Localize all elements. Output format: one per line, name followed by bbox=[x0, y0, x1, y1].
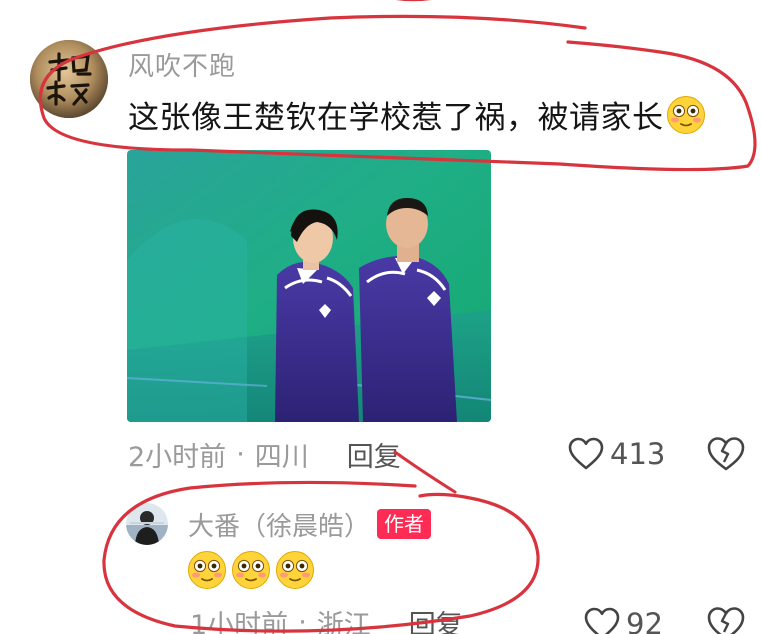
comment-text: 这张像王楚钦在学校惹了祸，被请家长 bbox=[128, 92, 706, 137]
broken-heart-icon[interactable] bbox=[706, 434, 746, 474]
meta-separator: · bbox=[236, 438, 245, 470]
avatar-image bbox=[126, 503, 168, 545]
meta-separator: · bbox=[298, 606, 307, 634]
reply-location: 浙江 bbox=[316, 609, 371, 634]
heart-outline-icon bbox=[584, 607, 620, 634]
comment-username[interactable]: 风吹不跑 bbox=[128, 46, 236, 83]
annotation-stroke-top bbox=[396, 0, 431, 2]
comment-photo[interactable] bbox=[127, 150, 491, 422]
reply-time: 1小时前 bbox=[190, 609, 289, 634]
avatar[interactable] bbox=[30, 40, 108, 118]
avatar-calligraphy-image bbox=[30, 40, 108, 118]
comment-section: 风吹不跑 这张像王楚钦在学校惹了祸，被请家长 2小时前 · 四川 回复 413 … bbox=[0, 0, 761, 634]
reply-like-button[interactable]: 92 bbox=[584, 602, 663, 634]
author-badge: 作者 bbox=[377, 509, 431, 539]
reply-like-count: 92 bbox=[626, 607, 663, 634]
flushed-face-emoji bbox=[276, 551, 314, 589]
flushed-face-emoji bbox=[232, 551, 270, 589]
flushed-face-emoji bbox=[188, 551, 226, 589]
like-count: 413 bbox=[610, 437, 666, 471]
reply-button[interactable]: 回复 bbox=[347, 435, 401, 474]
comment-time: 2小时前 bbox=[128, 441, 227, 473]
reply-avatar[interactable] bbox=[126, 503, 168, 545]
reply-meta: 1小时前 · 浙江 回复 bbox=[190, 602, 463, 634]
reply-text bbox=[187, 550, 315, 590]
flushed-face-emoji bbox=[666, 95, 705, 134]
comment-meta: 2小时前 · 四川 回复 bbox=[128, 434, 401, 474]
annotation-stroke-link bbox=[393, 450, 457, 494]
broken-heart-icon[interactable] bbox=[706, 604, 746, 634]
reply-username[interactable]: 大番（徐晨皓） bbox=[188, 506, 370, 543]
like-button[interactable]: 413 bbox=[568, 432, 665, 476]
reply-reply-button[interactable]: 回复 bbox=[409, 603, 463, 634]
heart-outline-icon bbox=[568, 437, 604, 470]
two-people-photo-image bbox=[127, 150, 491, 422]
comment-location: 四川 bbox=[254, 441, 309, 473]
